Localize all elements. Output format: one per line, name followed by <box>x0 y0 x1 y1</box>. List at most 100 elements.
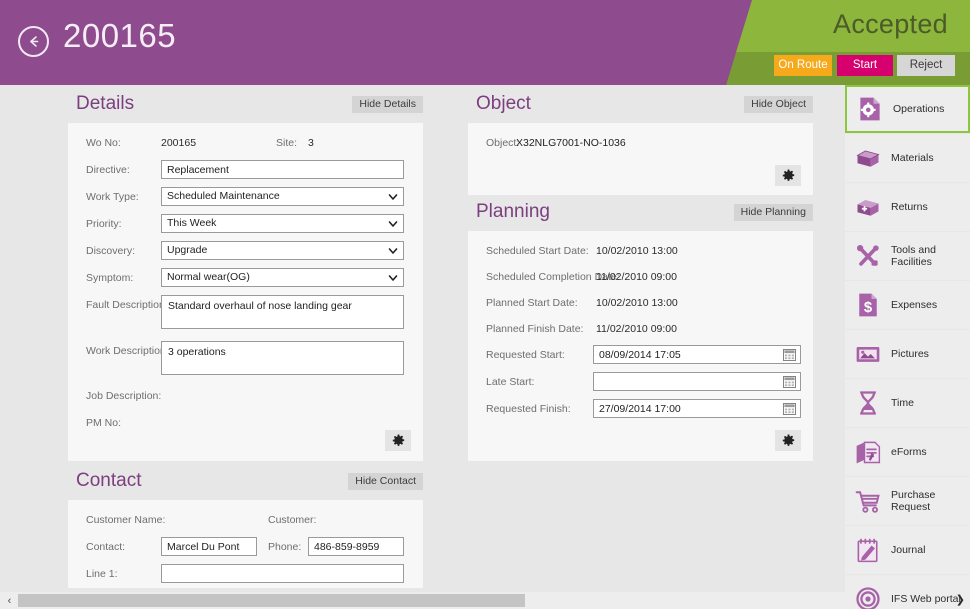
app-root: 200165 Accepted On Route Start Reject De… <box>0 0 970 609</box>
directive-input[interactable] <box>161 160 404 179</box>
requested-finish-input[interactable] <box>593 399 801 418</box>
wo-no-value: 200165 <box>161 137 197 149</box>
details-title: Details <box>76 93 135 114</box>
customer-label: Customer: <box>268 514 317 526</box>
sidebar-item-label: Tools and Facilities <box>891 244 936 268</box>
hide-details-button[interactable]: Hide Details <box>352 96 423 113</box>
scheduled-start-row: Scheduled Start Date: 10/02/2010 13:00 <box>468 240 813 266</box>
operations-icon <box>847 95 893 123</box>
priority-select[interactable]: This Week <box>161 214 404 233</box>
late-start-label: Late Start: <box>486 376 535 388</box>
scheduled-completion-row: Scheduled Completion Date: 11/02/2010 09… <box>468 266 813 292</box>
calendar-icon[interactable] <box>783 349 796 361</box>
pm-no-row: PM No: <box>68 412 423 438</box>
requested-start-input[interactable] <box>593 345 801 364</box>
pictures-photo-icon <box>845 340 891 368</box>
directive-label: Directive: <box>86 164 130 176</box>
work-description-label: Work Description: <box>86 345 169 357</box>
planning-panel: Planning Hide Planning Scheduled Start D… <box>468 201 813 461</box>
scheduled-start-value: 10/02/2010 13:00 <box>596 245 678 257</box>
planned-start-row: Planned Start Date: 10/02/2010 13:00 <box>468 292 813 318</box>
object-panel-header: Object Hide Object <box>468 93 813 123</box>
contact-panel: Contact Hide Contact Customer Name: Cust… <box>68 470 423 588</box>
sidebar-item-tools-and-facilities[interactable]: Tools and Facilities <box>845 232 970 280</box>
sidebar-item-pictures[interactable]: Pictures <box>845 330 970 378</box>
work-type-value: Scheduled Maintenance <box>167 190 280 202</box>
late-start-input[interactable] <box>593 372 801 391</box>
fault-description-label: Fault Description: <box>86 299 168 311</box>
details-panel: Details Hide Details Wo No: 200165 Site:… <box>68 93 423 461</box>
object-panel: Object Hide Object Object: X32NLG7001-NO… <box>468 93 813 195</box>
customer-name-row: Customer Name: Customer: <box>68 509 423 535</box>
hide-planning-button[interactable]: Hide Planning <box>733 204 813 221</box>
eforms-icon <box>845 438 891 466</box>
contact-panel-body: Customer Name: Customer: Contact: Phone:… <box>68 500 423 588</box>
wo-no-row: Wo No: 200165 Site: 3 <box>68 132 423 158</box>
scheduled-start-label: Scheduled Start Date: <box>486 245 589 257</box>
line1-input[interactable] <box>161 564 404 583</box>
line1-row: Line 1: <box>68 563 423 588</box>
sidebar-item-returns[interactable]: Returns <box>845 183 970 231</box>
sidebar-item-operations[interactable]: Operations <box>845 85 970 133</box>
reject-button[interactable]: Reject <box>897 55 955 76</box>
back-arrow-icon[interactable] <box>18 26 49 57</box>
calendar-icon[interactable] <box>783 376 796 388</box>
calendar-icon[interactable] <box>783 403 796 415</box>
sidebar-item-time[interactable]: Time <box>845 379 970 427</box>
fault-description-row: Fault Description: Standard overhaul of … <box>68 294 423 334</box>
symptom-value: Normal wear(OG) <box>167 271 250 283</box>
details-panel-body: Wo No: 200165 Site: 3 Directive: Work Ty… <box>68 123 423 461</box>
discovery-select[interactable]: Upgrade <box>161 241 404 260</box>
on-route-button[interactable]: On Route <box>774 55 832 76</box>
details-settings-gear-button[interactable] <box>385 430 411 451</box>
sidebar-item-label: IFS Web portal <box>891 593 961 605</box>
sidebar-item-ifs-web-portal[interactable]: IFS Web portal ❯ <box>845 575 970 609</box>
main-content: Details Hide Details Wo No: 200165 Site:… <box>0 85 845 588</box>
hide-contact-button[interactable]: Hide Contact <box>348 473 423 490</box>
tools-wrench-hammer-icon <box>845 242 891 270</box>
shopping-cart-icon <box>845 487 891 515</box>
line1-label: Line 1: <box>86 568 118 580</box>
gear-icon <box>782 169 794 181</box>
scrollbar-thumb[interactable] <box>18 594 525 607</box>
site-label: Site: <box>276 137 298 149</box>
priority-value: This Week <box>167 217 217 229</box>
planning-panel-body: Scheduled Start Date: 10/02/2010 13:00 S… <box>468 231 813 461</box>
work-type-select[interactable]: Scheduled Maintenance <box>161 187 404 206</box>
scroll-left-arrow-icon[interactable]: ‹ <box>3 594 16 607</box>
work-type-row: Work Type: Scheduled Maintenance <box>68 186 423 212</box>
sidebar-item-purchase-request[interactable]: Purchase Request <box>845 477 970 525</box>
requested-finish-label: Requested Finish: <box>486 403 571 415</box>
sidebar-item-eforms[interactable]: eForms <box>845 428 970 476</box>
horizontal-scrollbar[interactable]: ‹ <box>0 592 845 609</box>
work-description-input[interactable]: 3 operations <box>161 341 404 375</box>
sidebar-item-label: Pictures <box>891 348 929 360</box>
requested-start-label: Requested Start: <box>486 349 565 361</box>
journal-notepad-icon <box>845 536 891 564</box>
sidebar-item-materials[interactable]: Materials <box>845 134 970 182</box>
priority-row: Priority: This Week <box>68 213 423 239</box>
object-settings-gear-button[interactable] <box>775 165 801 186</box>
hide-object-button[interactable]: Hide Object <box>744 96 813 113</box>
planned-finish-row: Planned Finish Date: 11/02/2010 09:00 <box>468 318 813 344</box>
phone-input[interactable] <box>308 537 404 556</box>
symptom-label: Symptom: <box>86 272 134 284</box>
planning-settings-gear-button[interactable] <box>775 430 801 451</box>
fault-description-input[interactable]: Standard overhaul of nose landing gear <box>161 295 404 329</box>
header-purple-lower-band <box>0 52 736 85</box>
work-description-row: Work Description: 3 operations <box>68 340 423 380</box>
page-title: 200165 <box>63 17 177 54</box>
discovery-label: Discovery: <box>86 245 136 257</box>
scheduled-completion-value: 11/02/2010 09:00 <box>596 271 677 283</box>
job-description-row: Job Description: <box>68 385 423 411</box>
site-value: 3 <box>308 137 314 149</box>
wo-no-label: Wo No: <box>86 137 121 149</box>
sidebar-item-label: Operations <box>893 103 945 115</box>
sidebar-item-expenses[interactable]: $ Expenses <box>845 281 970 329</box>
planned-finish-value: 11/02/2010 09:00 <box>596 323 677 335</box>
discovery-value: Upgrade <box>167 244 208 256</box>
sidebar-item-journal[interactable]: Journal <box>845 526 970 574</box>
start-button[interactable]: Start <box>837 55 893 76</box>
contact-input[interactable] <box>161 537 257 556</box>
symptom-select[interactable]: Normal wear(OG) <box>161 268 404 287</box>
